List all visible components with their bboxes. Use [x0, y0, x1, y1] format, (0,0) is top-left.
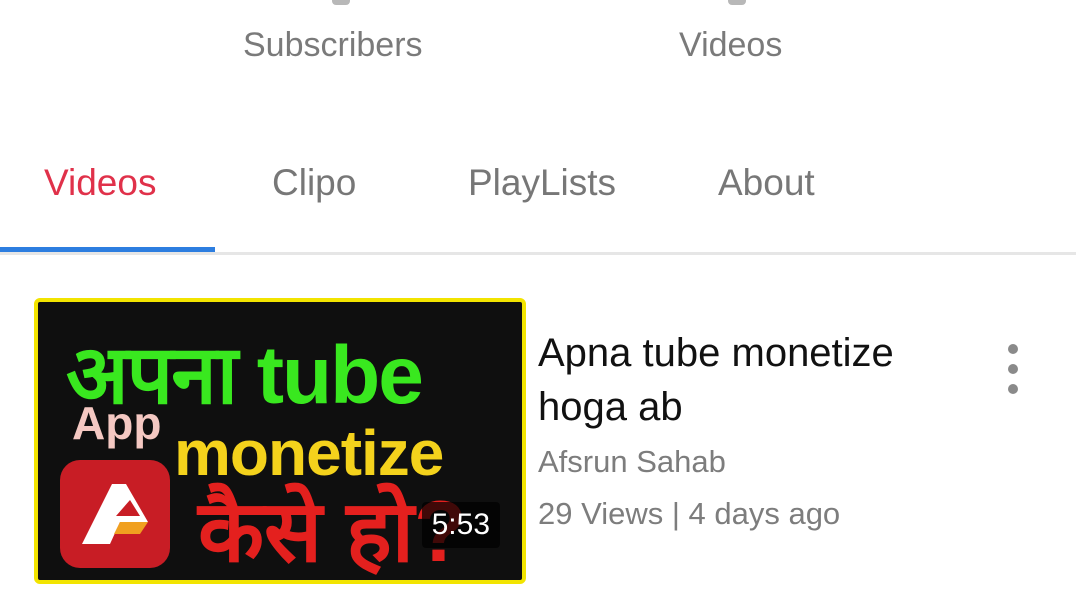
more-vert-icon[interactable] [996, 340, 1032, 400]
channel-stats: Subscribers Videos [0, 0, 1076, 90]
subscriber-count-cut [332, 0, 350, 5]
thumbnail-app-text: App [72, 397, 162, 449]
subscribers-label: Subscribers [243, 26, 423, 64]
video-count-cut [728, 0, 746, 5]
tab-clipo[interactable]: Clipo [272, 162, 356, 204]
channel-name[interactable]: Afsrun Sahab [538, 444, 726, 480]
video-list-item[interactable]: अपना tube App monetize कैसे हो? 5:53 Apn… [0, 296, 1076, 596]
channel-tabs: Videos Clipo PlayLists About [0, 140, 1076, 255]
video-title[interactable]: Apna tube monetize hoga ab [538, 326, 958, 434]
app-logo-icon [60, 460, 170, 568]
tab-playlists[interactable]: PlayLists [468, 162, 616, 204]
videos-count-label: Videos [679, 26, 783, 64]
tab-videos[interactable]: Videos [44, 162, 156, 204]
duration-badge: 5:53 [421, 502, 500, 548]
video-meta: 29 Views | 4 days ago [538, 496, 841, 531]
tabs-divider [0, 252, 1076, 255]
video-thumbnail[interactable]: अपना tube App monetize कैसे हो? 5:53 [34, 298, 526, 584]
tab-about[interactable]: About [718, 162, 815, 204]
